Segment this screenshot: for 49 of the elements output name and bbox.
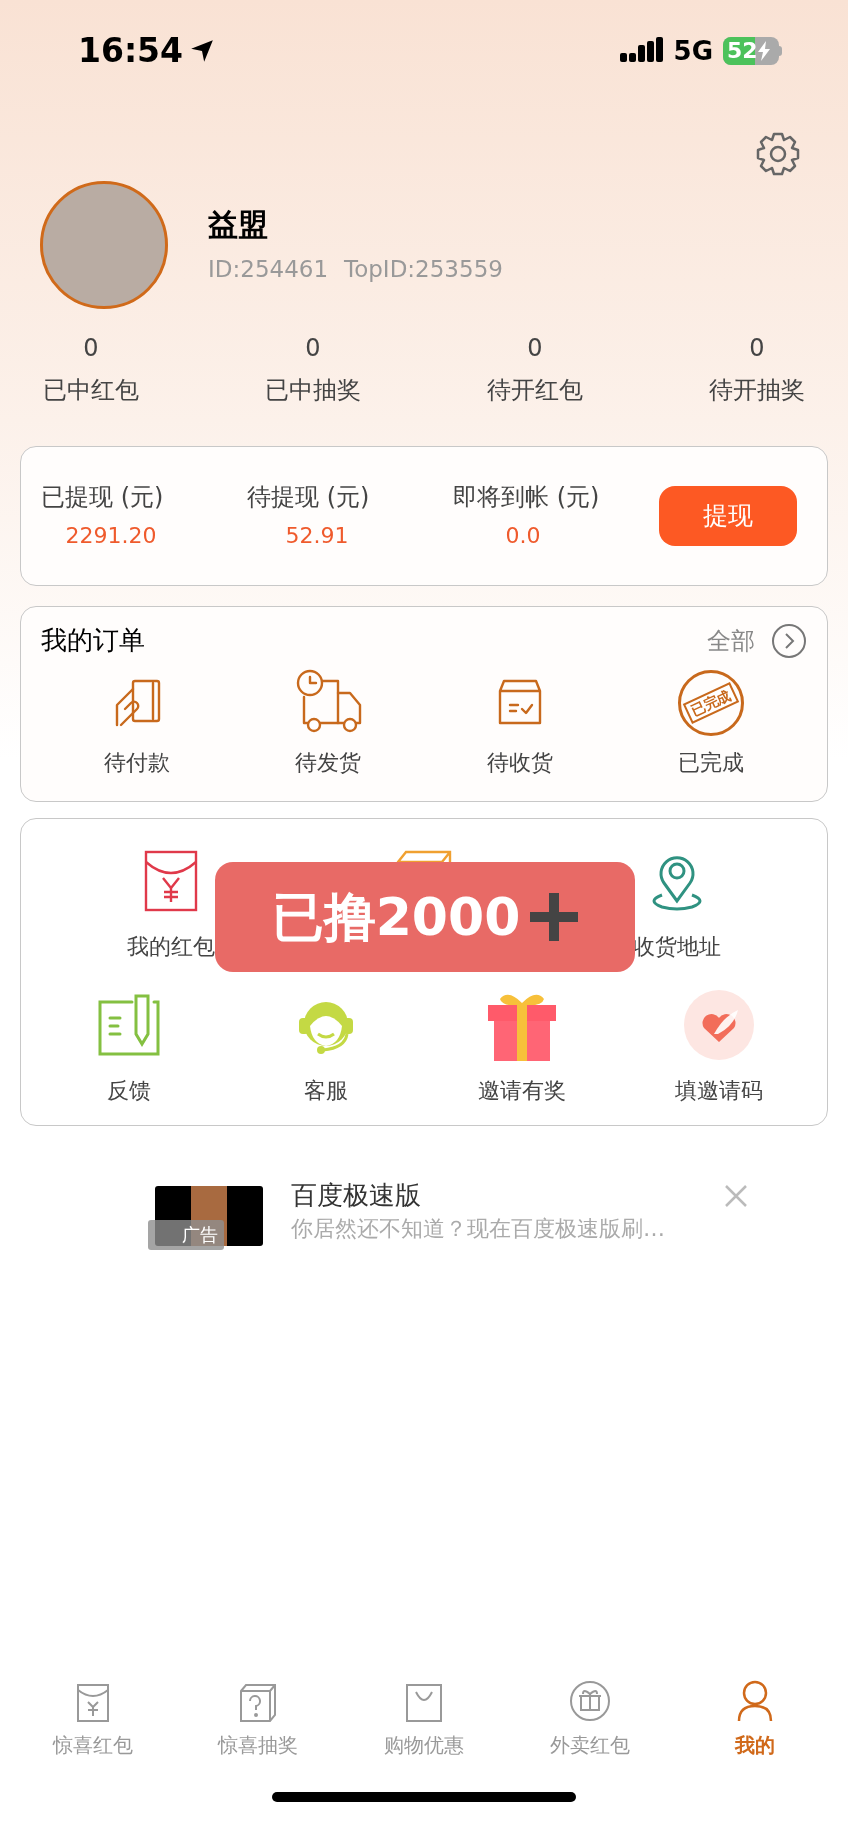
person-icon bbox=[737, 1680, 774, 1722]
stat-count: 0 bbox=[527, 336, 543, 360]
stat-label[interactable]: 待开红包 bbox=[487, 378, 583, 402]
service-label[interactable]: 我的红包 bbox=[127, 930, 216, 963]
ad-title[interactable]: 百度极速版 bbox=[291, 1182, 724, 1208]
top-id: TopID:253559 bbox=[344, 257, 503, 281]
ad-description: 你居然还不知道？现在百度极速版刷… bbox=[291, 1218, 666, 1240]
stat-label[interactable]: 待开抽奖 bbox=[709, 378, 805, 402]
stat-label[interactable]: 已中抽奖 bbox=[265, 378, 361, 402]
all-orders-link[interactable]: 全部 bbox=[707, 622, 755, 659]
ad-tag: 广告 bbox=[148, 1220, 224, 1250]
battery-icon: 52 bbox=[723, 37, 782, 65]
network-type: 5G bbox=[673, 34, 713, 68]
tab-bar-item[interactable]: 我的 bbox=[672, 1660, 838, 1760]
user-id: ID:254461 bbox=[208, 257, 329, 281]
settings-icon[interactable] bbox=[754, 130, 802, 178]
chevron-right-circle-icon[interactable] bbox=[771, 622, 807, 659]
stat-count: 0 bbox=[305, 336, 321, 360]
orders-title: 我的订单 bbox=[41, 624, 145, 657]
signal-icon bbox=[619, 37, 664, 65]
service-label[interactable]: 反馈 bbox=[107, 1074, 152, 1107]
service-label[interactable]: 客服 bbox=[303, 1074, 348, 1107]
order-status-label[interactable]: 待收货 bbox=[486, 746, 553, 779]
heart-feather-icon bbox=[683, 990, 754, 1060]
wallet-amount: 52.91 bbox=[284, 525, 350, 547]
notepad-pen-icon bbox=[96, 992, 163, 1058]
status-time: 16:54 bbox=[78, 30, 184, 73]
shopping-bag-icon bbox=[406, 1684, 442, 1722]
location-arrow-icon bbox=[189, 38, 216, 64]
user-name: 益盟 bbox=[208, 209, 269, 240]
gift-circle-icon bbox=[568, 1680, 611, 1722]
completed-stamp-icon: 已完成 bbox=[678, 670, 745, 736]
wallet-label: 已提现 (元) bbox=[41, 485, 164, 509]
order-status-label[interactable]: 待付款 bbox=[103, 746, 170, 779]
order-status-label[interactable]: 已完成 bbox=[678, 746, 745, 779]
service-label[interactable]: 邀请有奖 bbox=[478, 1074, 567, 1107]
overlay-badge: 已撸2000 bbox=[215, 862, 635, 972]
stat-label[interactable]: 已中红包 bbox=[43, 378, 139, 402]
wallet-amount: 2291.20 bbox=[64, 525, 158, 547]
service-label[interactable]: 填邀请码 bbox=[674, 1074, 763, 1107]
plus-icon bbox=[530, 893, 579, 941]
wallet-label: 待提现 (元) bbox=[247, 485, 370, 509]
wallet-label: 即将到帐 (元) bbox=[453, 485, 600, 509]
envelope-yuan-icon bbox=[144, 850, 199, 912]
envelope-yuan-icon bbox=[76, 1684, 109, 1722]
wallet-amount: 0.0 bbox=[504, 525, 542, 547]
stat-count: 0 bbox=[83, 336, 99, 360]
stat-count: 0 bbox=[749, 336, 765, 360]
order-status-label[interactable]: 待发货 bbox=[295, 746, 362, 779]
